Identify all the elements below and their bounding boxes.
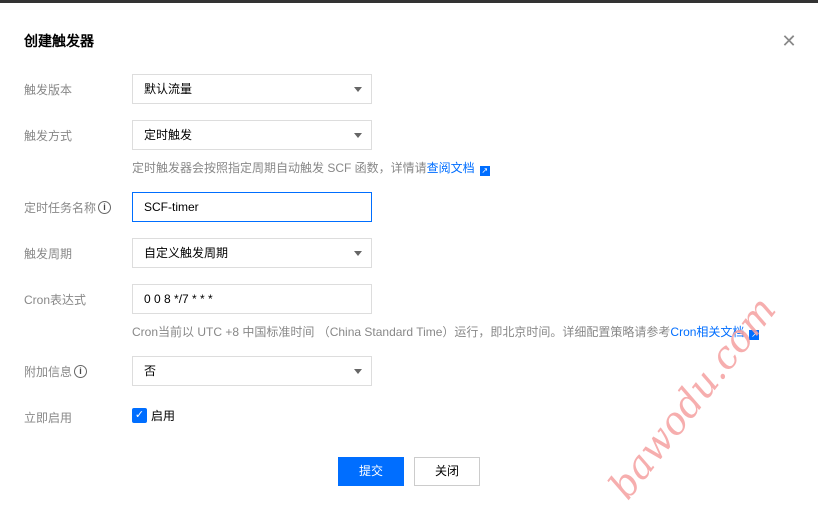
period-value: 自定义触发周期	[144, 246, 229, 260]
chevron-down-icon	[354, 369, 362, 374]
period-label-text: 触发周期	[24, 247, 73, 261]
enable-checkbox[interactable]: ✓ 启用	[132, 407, 175, 424]
cron-input[interactable]: 0 0 8 */7 * * *	[132, 284, 372, 314]
chevron-down-icon	[354, 251, 362, 256]
submit-button[interactable]: 提交	[338, 457, 404, 486]
dialog-title: 创建触发器	[24, 33, 94, 49]
info-icon[interactable]: i	[98, 201, 112, 214]
enable-label-text: 立即启用	[24, 411, 73, 425]
period-select[interactable]: 自定义触发周期	[132, 238, 372, 268]
checkmark-icon[interactable]: ✓	[132, 408, 147, 423]
close-icon[interactable]: ✕	[780, 31, 798, 51]
method-label-text: 触发方式	[24, 129, 73, 143]
cron-label: Cron表达式	[24, 291, 86, 308]
version-label-text: 触发版本	[24, 83, 73, 97]
extra-label-text: 附加信息	[24, 365, 73, 379]
cron-help-text: Cron当前以 UTC +8 中国标准时间 （China Standard Ti…	[132, 325, 671, 339]
period-label: 触发周期	[24, 245, 72, 262]
cron-label-text: Cron表达式	[24, 293, 87, 307]
info-icon[interactable]: i	[74, 365, 88, 378]
task-name-input[interactable]: SCF-timer	[132, 192, 372, 222]
task-name-label: 定时任务名称 i	[24, 199, 112, 216]
version-label: 触发版本	[24, 81, 72, 98]
cron-value: 0 0 8 */7 * * *	[144, 292, 213, 306]
method-help: 定时触发器会按照指定周期自动触发 SCF 函数，详情请查阅文档 ↗	[132, 159, 490, 176]
method-value: 定时触发	[144, 128, 193, 142]
method-select[interactable]: 定时触发	[132, 120, 372, 150]
method-help-text: 定时触发器会按照指定周期自动触发 SCF 函数，详情请	[132, 161, 427, 175]
task-name-label-text: 定时任务名称	[24, 201, 97, 215]
docs-link[interactable]: 查阅文档	[427, 161, 475, 175]
close-button[interactable]: 关闭	[414, 457, 480, 486]
extra-label: 附加信息 i	[24, 363, 88, 380]
version-value: 默认流量	[144, 82, 193, 96]
extra-value: 否	[144, 364, 157, 378]
top-bar	[0, 0, 818, 3]
task-name-value: SCF-timer	[144, 200, 199, 214]
chevron-down-icon	[354, 133, 362, 138]
chevron-down-icon	[354, 87, 362, 92]
extra-select[interactable]: 否	[132, 356, 372, 386]
method-label: 触发方式	[24, 127, 72, 144]
enable-checkbox-label: 启用	[151, 409, 176, 423]
enable-label: 立即启用	[24, 409, 72, 426]
cron-help: Cron当前以 UTC +8 中国标准时间 （China Standard Ti…	[132, 323, 760, 340]
watermark: bawodu.com	[600, 288, 785, 508]
external-link-icon[interactable]: ↗	[479, 166, 490, 176]
version-select[interactable]: 默认流量	[132, 74, 372, 104]
